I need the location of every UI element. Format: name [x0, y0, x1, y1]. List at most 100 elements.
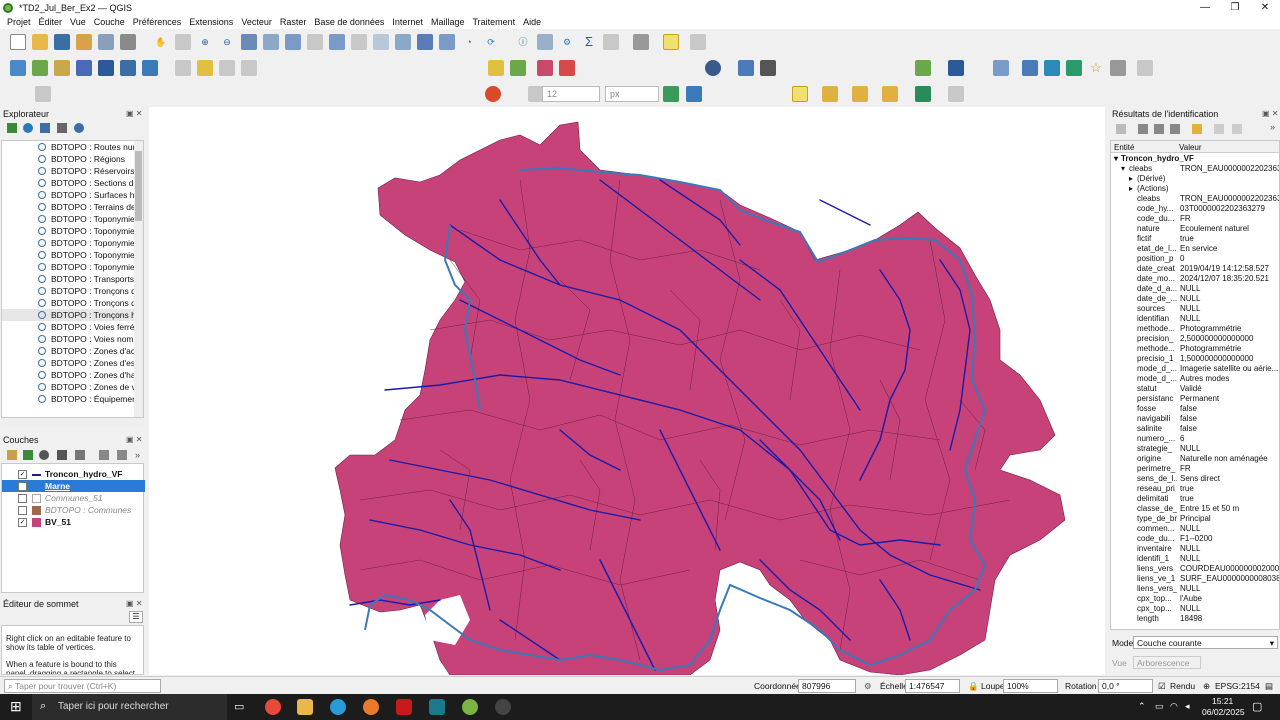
attribute-row[interactable]: cpx_top... l'Aube — [1111, 594, 1279, 604]
tray-chevron-icon[interactable]: ⌃ — [1138, 701, 1146, 712]
toggle-editing-icon[interactable] — [197, 60, 213, 76]
rotation-field[interactable]: 0,0 ° — [1098, 679, 1153, 693]
taskbar-date[interactable]: 06/02/2025 — [1202, 707, 1245, 717]
attribute-row[interactable]: cpx_top... NULL — [1111, 604, 1279, 614]
browser-item[interactable]: BDTOPO : Tronçons hydr — [2, 309, 135, 321]
properties-icon[interactable] — [74, 123, 84, 133]
copy-feature-icon[interactable] — [1214, 124, 1224, 134]
browser-item[interactable]: BDTOPO : Toponymies d — [2, 261, 135, 273]
wifi-icon[interactable]: ◠ — [1170, 701, 1178, 712]
chrome-icon[interactable] — [265, 699, 281, 715]
attribute-row[interactable]: liens_vers COURDEAU00000000200081... — [1111, 564, 1279, 574]
advanced-digitize-icon[interactable] — [1044, 60, 1060, 76]
mode-select[interactable]: Couche courante ▾ — [1133, 636, 1278, 649]
vertex-editor-close-icon[interactable]: ▣ ✕ — [126, 599, 142, 608]
deselect-icon[interactable] — [852, 86, 868, 102]
attribute-row[interactable]: length 18498 — [1111, 614, 1279, 624]
task-view-icon[interactable]: ▭ — [234, 700, 244, 713]
help-icon[interactable] — [948, 60, 964, 76]
zoom-last-icon[interactable] — [329, 34, 345, 50]
attribute-row[interactable]: code_du... F1--0200 — [1111, 534, 1279, 544]
attribute-row[interactable]: sources NULL — [1111, 304, 1279, 314]
browser-item[interactable]: BDTOPO : Toponymies d — [2, 249, 135, 261]
attribute-row[interactable]: persistanc Permanent — [1111, 394, 1279, 404]
print-response-icon[interactable] — [1232, 124, 1242, 134]
attribute-row[interactable]: mode_d_... Imagerie satellite ou aérie... — [1111, 364, 1279, 374]
menu-raster[interactable]: Raster — [276, 17, 311, 27]
identify-derived-node[interactable]: ▸ (Dérivé) — [1111, 174, 1279, 184]
attribute-row[interactable]: identifi_1 NULL — [1111, 554, 1279, 564]
expression-filter-icon[interactable] — [75, 450, 85, 460]
browser-item[interactable]: BDTOPO : Toponymies d — [2, 225, 135, 237]
attribute-row[interactable]: methode... Photogrammétrie — [1111, 324, 1279, 334]
save-edits-icon[interactable] — [219, 60, 235, 76]
browser-item[interactable]: BDTOPO : Réservoirs — [2, 165, 135, 177]
expand-arrow-icon[interactable]: ▾ — [1114, 154, 1118, 164]
text-annotation-icon[interactable] — [1110, 60, 1126, 76]
file-explorer-icon[interactable] — [297, 699, 313, 715]
pan-hand-icon[interactable]: ✋ — [153, 34, 169, 50]
open-attribute-table-icon[interactable] — [537, 34, 553, 50]
attribute-row[interactable]: code_du... FR — [1111, 214, 1279, 224]
layers-panel-close-icon[interactable]: ▣ ✕ — [126, 435, 142, 444]
bookmark-icon[interactable] — [417, 34, 433, 50]
identify-layer-node[interactable]: ▾ Troncon_hydro_VF — [1111, 154, 1279, 164]
crs-label[interactable]: EPSG:2154 — [1215, 679, 1260, 693]
digitize-disabled-icon[interactable] — [175, 60, 191, 76]
add-geopackage-icon[interactable] — [120, 60, 136, 76]
attribute-row[interactable]: date_mo... 2024/12/07 18:35:20.521 — [1111, 274, 1279, 284]
coordinate-toggle-icon[interactable]: ⚙ — [864, 679, 872, 693]
menu-vue[interactable]: Vue — [66, 17, 90, 27]
add-spatialite-icon[interactable] — [142, 60, 158, 76]
browser-item[interactable]: BDTOPO : Zones de végé — [2, 381, 135, 393]
layer-row-bv-51[interactable]: ✓ BV_51 — [2, 516, 145, 528]
attribute-row[interactable]: sens_de_l... Sens direct — [1111, 474, 1279, 484]
layer-checkbox[interactable] — [18, 494, 27, 503]
render-checkbox[interactable]: ☑ — [1158, 679, 1166, 693]
add-group-icon[interactable] — [23, 450, 33, 460]
field-calculator-icon[interactable] — [915, 86, 931, 102]
menu-preferences[interactable]: Préférences — [129, 17, 186, 27]
layer-checkbox[interactable]: ✓ — [18, 518, 27, 527]
style-panel-icon[interactable] — [7, 450, 17, 460]
attribute-row[interactable]: date_creat 2019/04/19 14:12:58.527 — [1111, 264, 1279, 274]
zoom-out-icon[interactable]: ⊖ — [219, 34, 235, 50]
browser-item[interactable]: BDTOPO : Zones d'estran — [2, 357, 135, 369]
attribute-row[interactable]: navigabili false — [1111, 414, 1279, 424]
layer-checkbox[interactable]: ✓ — [18, 482, 27, 491]
style-manager-icon[interactable] — [120, 34, 136, 50]
add-vector-layer-icon[interactable] — [32, 60, 48, 76]
new-map-view-icon[interactable] — [373, 34, 389, 50]
snap-tolerance-input[interactable]: 12 — [542, 86, 600, 102]
highlight-identify-icon[interactable] — [1192, 124, 1202, 134]
magnifier-field[interactable]: 100% — [1003, 679, 1058, 693]
collapse-all-icon[interactable] — [57, 123, 67, 133]
more-icon[interactable]: » — [135, 450, 143, 460]
coordinate-field[interactable]: 807996 6899246 — [798, 679, 856, 703]
browser-item[interactable]: BDTOPO : Zones d'activi — [2, 345, 135, 357]
browser-item[interactable]: BDTOPO : Équipements d — [2, 393, 135, 405]
attribute-row[interactable]: perimetre_ FR — [1111, 464, 1279, 474]
qgis-taskbar-icon[interactable] — [462, 699, 478, 715]
obs-icon[interactable] — [495, 699, 511, 715]
attribute-row[interactable]: cleabs TRON_EAU0000002202363... — [1111, 194, 1279, 204]
terrain-plugin-icon[interactable] — [915, 60, 931, 76]
taskbar-time[interactable]: 15:21 — [1212, 696, 1233, 706]
attribute-row[interactable]: delimitati true — [1111, 494, 1279, 504]
windows-start-icon[interactable]: ⊞ — [10, 698, 22, 715]
browser-item[interactable]: BDTOPO : Surfaces hydro — [2, 189, 135, 201]
attribute-row[interactable]: statut Validé — [1111, 384, 1279, 394]
filter-legend-icon[interactable] — [57, 450, 67, 460]
show-bookmarks-icon[interactable] — [439, 34, 455, 50]
new-project-icon[interactable] — [10, 34, 26, 50]
browser-item[interactable]: BDTOPO : Voies ferrées n — [2, 321, 135, 333]
add-delimited-text-icon[interactable] — [98, 60, 114, 76]
attribute-row[interactable]: commen... NULL — [1111, 524, 1279, 534]
tracing-icon[interactable] — [663, 86, 679, 102]
globe-icon[interactable] — [705, 60, 721, 76]
expand-new-icon[interactable] — [1154, 124, 1164, 134]
visibility-icon[interactable] — [39, 450, 49, 460]
identify-panel-close-icon[interactable]: ▣ ✕ — [1262, 109, 1278, 118]
expand-arrow-icon[interactable]: ▸ — [1129, 174, 1133, 184]
print-layout-icon[interactable] — [98, 34, 114, 50]
